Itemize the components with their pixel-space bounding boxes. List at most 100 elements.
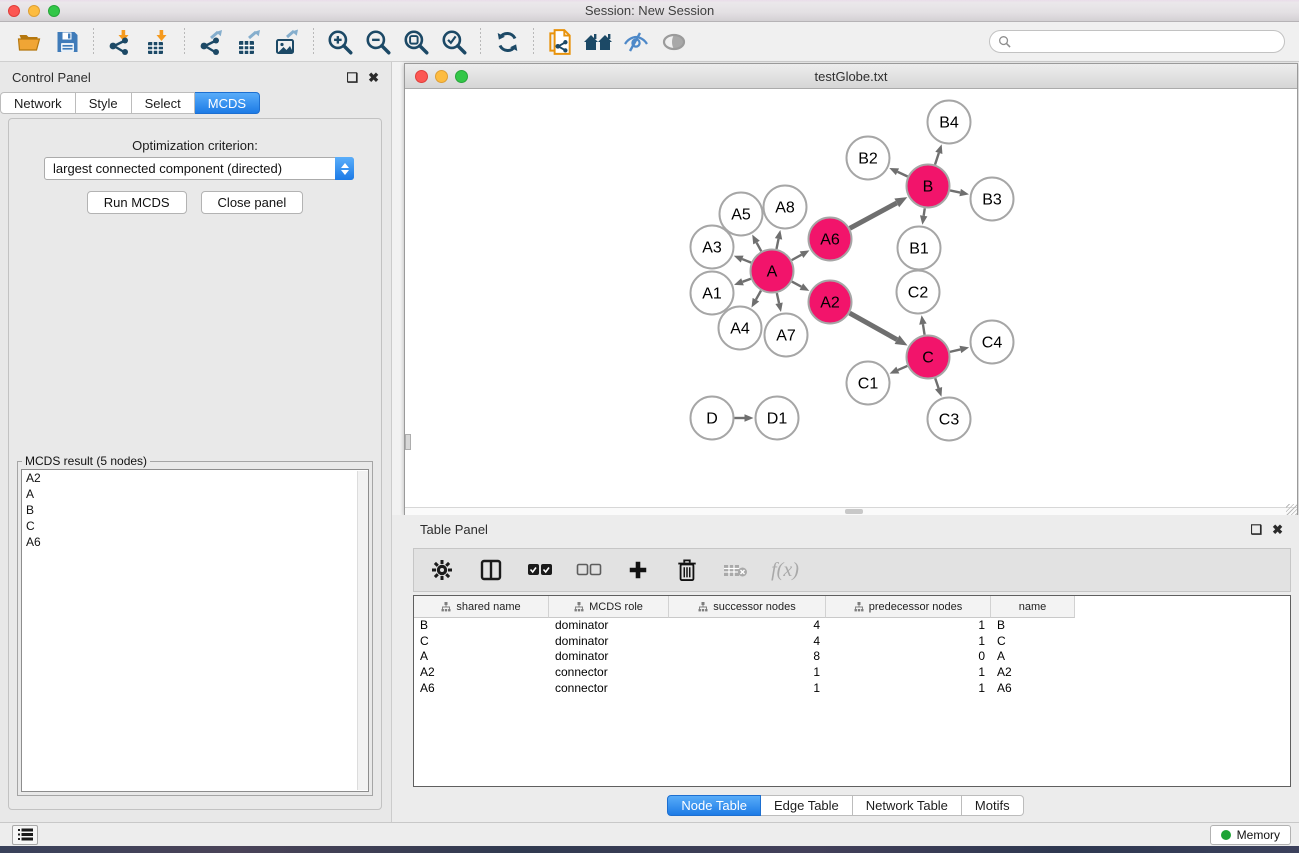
refresh-button[interactable]	[488, 26, 526, 58]
table-cell[interactable]: connector	[549, 681, 669, 697]
vertical-scrollbar-thumb[interactable]	[405, 434, 411, 450]
edge-C-C2[interactable]	[923, 324, 925, 335]
table-cell[interactable]: A6	[991, 681, 1075, 697]
table-cell[interactable]: A	[414, 649, 549, 665]
table-cell[interactable]: 8	[669, 649, 826, 665]
float-panel-button[interactable]: ❑	[346, 71, 358, 84]
column-header-name[interactable]: name	[991, 596, 1075, 618]
table-cell[interactable]: 1	[826, 665, 991, 681]
table-cell[interactable]: 1	[826, 618, 991, 634]
edge-B-B1[interactable]	[924, 208, 925, 216]
table-cell[interactable]: C	[991, 634, 1075, 650]
run-mcds-button[interactable]: Run MCDS	[87, 191, 187, 214]
edge-A-A2[interactable]	[792, 282, 801, 287]
show-columns-button[interactable]	[473, 553, 509, 587]
save-session-button[interactable]	[48, 26, 86, 58]
table-row[interactable]: Bdominator41B	[414, 618, 1290, 634]
edge-B-B2[interactable]	[897, 172, 907, 177]
table-cell[interactable]: 1	[826, 681, 991, 697]
table-tab-node-table[interactable]: Node Table	[667, 795, 761, 816]
column-header-shared-name[interactable]: shared name	[414, 596, 549, 618]
zoom-selected-button[interactable]	[435, 26, 473, 58]
horizontal-scrollbar[interactable]	[405, 507, 1297, 515]
home-pair-button[interactable]	[579, 26, 617, 58]
memory-button[interactable]: Memory	[1210, 825, 1291, 845]
edge-B-B3[interactable]	[950, 190, 960, 192]
mcds-result-list[interactable]: A2ABCA6	[21, 469, 369, 792]
tab-mcds[interactable]: MCDS	[195, 92, 260, 114]
create-column-button[interactable]	[620, 553, 656, 587]
table-cell[interactable]: B	[414, 618, 549, 634]
import-table-button[interactable]	[139, 26, 177, 58]
table-settings-button[interactable]	[424, 553, 460, 587]
eye-button[interactable]	[655, 26, 693, 58]
table-cell[interactable]: connector	[549, 665, 669, 681]
table-cell[interactable]: A2	[414, 665, 549, 681]
table-cell[interactable]: 1	[669, 665, 826, 681]
eye-slash-button[interactable]	[617, 26, 655, 58]
copy-network-button[interactable]	[541, 26, 579, 58]
table-cell[interactable]: dominator	[549, 649, 669, 665]
edge-A-A6[interactable]	[792, 255, 802, 260]
table-cell[interactable]: 4	[669, 618, 826, 634]
edge-A-A3[interactable]	[742, 259, 751, 263]
select-all-columns-button[interactable]	[522, 553, 558, 587]
search-field[interactable]	[989, 30, 1285, 53]
table-cell[interactable]: 1	[826, 634, 991, 650]
table-cell[interactable]: 0	[826, 649, 991, 665]
tab-network[interactable]: Network	[0, 92, 76, 114]
close-table-panel-button[interactable]: ✖	[1272, 523, 1283, 536]
table-row[interactable]: Adominator80A	[414, 649, 1290, 665]
edge-A-A1[interactable]	[743, 279, 751, 282]
export-network-button[interactable]	[192, 26, 230, 58]
network-window-titlebar[interactable]: testGlobe.txt	[405, 64, 1297, 89]
mcds-result-item[interactable]: C	[22, 518, 368, 534]
mcds-result-item[interactable]: A	[22, 486, 368, 502]
table-cell[interactable]: A2	[991, 665, 1075, 681]
edge-A2-C[interactable]	[850, 313, 897, 340]
table-row[interactable]: A6connector11A6	[414, 681, 1290, 697]
tab-style[interactable]: Style	[76, 92, 132, 114]
search-input[interactable]	[1016, 35, 1276, 49]
tab-select[interactable]: Select	[132, 92, 195, 114]
table-cell[interactable]: dominator	[549, 618, 669, 634]
table-cell[interactable]: A6	[414, 681, 549, 697]
task-history-button[interactable]	[12, 825, 38, 845]
edge-A-A4[interactable]	[756, 291, 761, 300]
network-canvas[interactable]: B4B2BB3A8A5A6A3B1AC2A1A2A4A7C4CC1DC3D1	[405, 89, 1297, 515]
edge-A-A8[interactable]	[776, 239, 778, 249]
table-cell[interactable]: A	[991, 649, 1075, 665]
column-header-predecessor-nodes[interactable]: predecessor nodes	[826, 596, 991, 618]
zoom-in-button[interactable]	[321, 26, 359, 58]
edge-A6-B[interactable]	[850, 203, 897, 228]
close-panel-icon-button[interactable]: ✖	[368, 71, 379, 84]
table-row[interactable]: Cdominator41C	[414, 634, 1290, 650]
table-cell[interactable]: dominator	[549, 634, 669, 650]
table-tab-edge-table[interactable]: Edge Table	[761, 795, 853, 816]
close-panel-button[interactable]: Close panel	[201, 191, 304, 214]
table-cell[interactable]: C	[414, 634, 549, 650]
table-cell[interactable]: 1	[669, 681, 826, 697]
clear-all-columns-button[interactable]	[571, 553, 607, 587]
mcds-result-item[interactable]: A2	[22, 470, 368, 486]
mcds-list-scrollbar[interactable]	[357, 471, 368, 790]
horizontal-scrollbar-thumb[interactable]	[845, 509, 863, 514]
column-header-successor-nodes[interactable]: successor nodes	[669, 596, 826, 618]
edge-A-A7[interactable]	[777, 293, 779, 303]
table-cell[interactable]: 4	[669, 634, 826, 650]
column-header-MCDS-role[interactable]: MCDS role	[549, 596, 669, 618]
import-network-button[interactable]	[101, 26, 139, 58]
resize-handle[interactable]	[1286, 504, 1297, 515]
table-tab-motifs[interactable]: Motifs	[962, 795, 1024, 816]
edge-A-A5[interactable]	[757, 243, 762, 252]
delete-columns-button[interactable]	[669, 553, 705, 587]
table-cell[interactable]: B	[991, 618, 1075, 634]
criterion-select[interactable]: largest connected component (directed)	[44, 157, 354, 180]
zoom-fit-button[interactable]	[397, 26, 435, 58]
mcds-result-item[interactable]: A6	[22, 534, 368, 550]
export-image-button[interactable]	[268, 26, 306, 58]
node-table[interactable]: shared nameMCDS rolesuccessor nodesprede…	[413, 595, 1291, 787]
edge-C-C3[interactable]	[935, 378, 938, 388]
edge-C-C1[interactable]	[898, 366, 908, 370]
mcds-result-item[interactable]: B	[22, 502, 368, 518]
